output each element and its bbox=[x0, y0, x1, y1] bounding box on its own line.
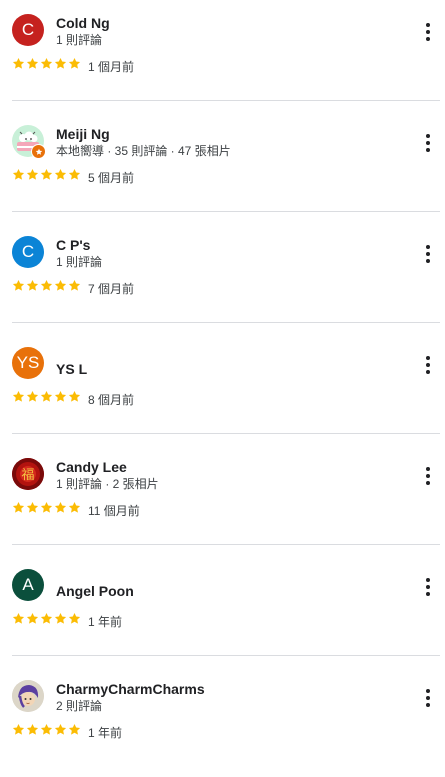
avatar-initial: C bbox=[21, 242, 35, 261]
divider bbox=[12, 100, 440, 101]
avatar-initial: A bbox=[22, 575, 34, 594]
reviews-list: C Cold Ng 1 則評論 1 個月前 Meiji Ng 本地嚮導 · 35 則評論 … bbox=[0, 0, 445, 758]
review-time: 11 個月前 bbox=[88, 504, 140, 518]
star-rating bbox=[12, 501, 81, 514]
review-time: 8 個月前 bbox=[88, 393, 135, 407]
star-icon bbox=[40, 612, 53, 625]
star-icon bbox=[40, 57, 53, 70]
reviewer-name[interactable]: CharmyCharmCharms bbox=[56, 681, 205, 697]
star-icon bbox=[40, 390, 53, 403]
review-item: CharmyCharmCharms 2 則評論 1 年前 bbox=[0, 666, 445, 777]
reviewer-avatar[interactable]: C bbox=[12, 14, 44, 46]
star-icon bbox=[40, 279, 53, 292]
avatar-initial: YS bbox=[16, 353, 40, 372]
more-options-icon[interactable] bbox=[418, 575, 438, 599]
review-time: 5 個月前 bbox=[88, 171, 135, 185]
reviewer-meta: 1 則評論 bbox=[56, 255, 103, 269]
more-options-icon[interactable] bbox=[418, 464, 438, 488]
star-rating bbox=[12, 57, 81, 70]
review-item: Meiji Ng 本地嚮導 · 35 則評論 · 47 張相片 5 個月前 bbox=[0, 111, 445, 222]
reviewer-name[interactable]: C P's bbox=[56, 237, 90, 253]
star-icon bbox=[12, 723, 25, 736]
star-icon bbox=[40, 501, 53, 514]
divider bbox=[12, 211, 440, 212]
star-icon bbox=[54, 501, 67, 514]
star-icon bbox=[54, 57, 67, 70]
reviewer-avatar[interactable]: 福 bbox=[12, 458, 44, 490]
review-item: C Cold Ng 1 則評論 1 個月前 bbox=[0, 0, 445, 111]
star-icon bbox=[68, 723, 81, 736]
avatar-initial: C bbox=[21, 20, 35, 39]
reviewer-avatar[interactable] bbox=[12, 680, 44, 712]
more-options-icon[interactable] bbox=[418, 20, 438, 44]
star-rating bbox=[12, 390, 81, 403]
reviewer-avatar[interactable]: A bbox=[12, 569, 44, 601]
star-icon bbox=[68, 57, 81, 70]
review-item: 福 Candy Lee 1 則評論 · 2 張相片 11 個月前 bbox=[0, 444, 445, 555]
star-rating bbox=[12, 723, 81, 736]
star-icon bbox=[26, 501, 39, 514]
star-icon bbox=[68, 168, 81, 181]
star-icon bbox=[54, 390, 67, 403]
divider bbox=[12, 433, 440, 434]
star-icon bbox=[12, 279, 25, 292]
star-rating bbox=[12, 168, 81, 181]
review-item: YS YS L 8 個月前 bbox=[0, 333, 445, 444]
divider bbox=[12, 655, 440, 656]
star-icon bbox=[26, 612, 39, 625]
reviewer-meta: 1 則評論 · 2 張相片 bbox=[56, 477, 159, 491]
star-icon bbox=[68, 501, 81, 514]
reviewer-avatar[interactable]: C bbox=[12, 236, 44, 268]
star-icon bbox=[26, 390, 39, 403]
reviewer-name[interactable]: YS L bbox=[56, 361, 87, 377]
star-icon bbox=[12, 390, 25, 403]
red-fortune-character-icon: 福 bbox=[12, 458, 44, 490]
reviewer-name[interactable]: Angel Poon bbox=[56, 583, 134, 599]
star-icon bbox=[12, 57, 25, 70]
reviewer-meta: 本地嚮導 · 35 則評論 · 47 張相片 bbox=[56, 144, 231, 158]
star-icon bbox=[68, 279, 81, 292]
divider bbox=[12, 544, 440, 545]
star-icon bbox=[54, 168, 67, 181]
star-icon bbox=[54, 279, 67, 292]
more-options-icon[interactable] bbox=[418, 686, 438, 710]
purple-hair-character-icon bbox=[12, 680, 44, 712]
more-options-icon[interactable] bbox=[418, 131, 438, 155]
reviewer-name[interactable]: Candy Lee bbox=[56, 459, 127, 475]
star-icon bbox=[54, 612, 67, 625]
star-icon bbox=[26, 279, 39, 292]
review-time: 1 年前 bbox=[88, 726, 123, 740]
divider bbox=[12, 322, 440, 323]
reviewer-name[interactable]: Meiji Ng bbox=[56, 126, 110, 142]
star-icon bbox=[12, 168, 25, 181]
reviewer-meta: 1 則評論 bbox=[56, 33, 103, 47]
review-time: 1 年前 bbox=[88, 615, 123, 629]
star-icon bbox=[68, 612, 81, 625]
star-icon bbox=[26, 723, 39, 736]
review-item: C C P's 1 則評論 7 個月前 bbox=[0, 222, 445, 333]
review-item: A Angel Poon 1 年前 bbox=[0, 555, 445, 666]
star-icon bbox=[54, 723, 67, 736]
star-rating bbox=[12, 279, 81, 292]
review-time: 1 個月前 bbox=[88, 60, 135, 74]
local-guide-badge-icon bbox=[31, 144, 46, 159]
reviewer-avatar[interactable]: YS bbox=[12, 347, 44, 379]
star-icon bbox=[68, 390, 81, 403]
star-icon bbox=[26, 57, 39, 70]
reviewer-meta: 2 則評論 bbox=[56, 699, 103, 713]
star-rating bbox=[12, 612, 81, 625]
reviewer-name[interactable]: Cold Ng bbox=[56, 15, 110, 31]
star-icon bbox=[26, 168, 39, 181]
star-icon bbox=[12, 612, 25, 625]
star-icon bbox=[40, 723, 53, 736]
svg-text:福: 福 bbox=[21, 468, 34, 483]
more-options-icon[interactable] bbox=[418, 242, 438, 266]
more-options-icon[interactable] bbox=[418, 353, 438, 377]
review-time: 7 個月前 bbox=[88, 282, 135, 296]
star-icon bbox=[12, 501, 25, 514]
star-icon bbox=[40, 168, 53, 181]
